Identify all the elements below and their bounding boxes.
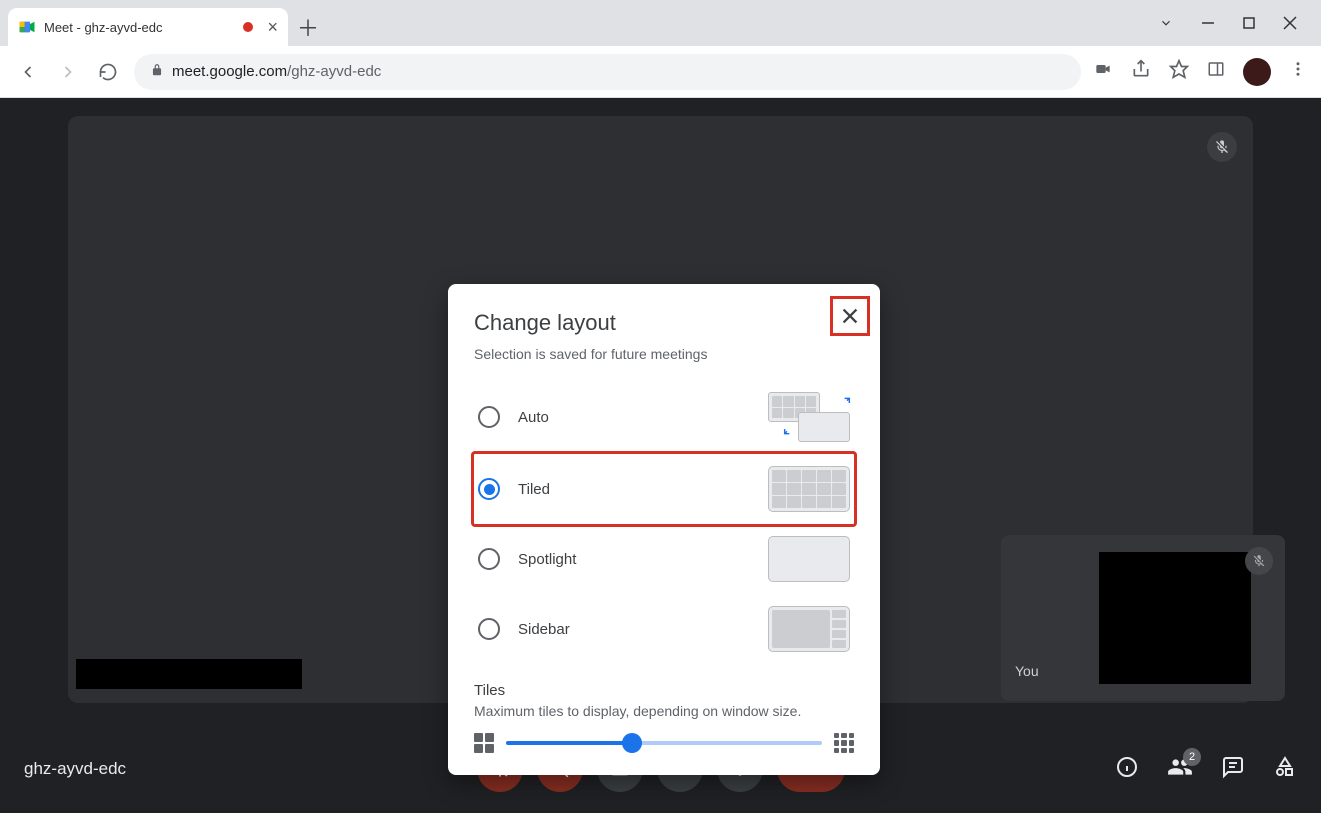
more-tiles-icon <box>834 733 854 753</box>
reload-button[interactable] <box>94 58 122 86</box>
dialog-subtitle: Selection is saved for future meetings <box>474 346 854 362</box>
option-label: Auto <box>518 409 750 426</box>
option-label: Sidebar <box>518 621 750 638</box>
minimize-button[interactable] <box>1201 16 1215 30</box>
menu-dots-icon[interactable] <box>1289 60 1307 83</box>
tab-title: Meet - ghz-ayvd-edc <box>44 20 235 35</box>
self-video-tile[interactable]: You <box>1001 535 1285 701</box>
layout-option-sidebar[interactable]: Sidebar <box>474 594 854 664</box>
right-controls: 2 <box>1115 754 1297 785</box>
participants-count-badge: 2 <box>1183 748 1201 766</box>
bookmark-icon[interactable] <box>1169 59 1189 84</box>
meet-content: You ghz-ayvd-edc CC 2 Change layout Sele… <box>0 98 1321 813</box>
browser-chrome: Meet - ghz-ayvd-edc × ＋ meet.google.com/… <box>0 0 1321 98</box>
layout-option-spotlight[interactable]: Spotlight <box>474 524 854 594</box>
chevron-down-icon[interactable] <box>1159 16 1173 30</box>
address-bar[interactable]: meet.google.com/ghz-ayvd-edc <box>134 54 1081 90</box>
tiled-thumb-icon <box>768 466 850 512</box>
self-muted-icon <box>1245 547 1273 575</box>
spotlight-thumb-icon <box>768 536 850 582</box>
sidebar-thumb-icon <box>768 606 850 652</box>
radio-tiled[interactable] <box>478 478 500 500</box>
radio-sidebar[interactable] <box>478 618 500 640</box>
redacted-name <box>76 659 302 689</box>
new-tab-button[interactable]: ＋ <box>288 8 328 46</box>
window-controls <box>1135 0 1321 46</box>
layout-option-auto[interactable]: Auto <box>474 380 854 454</box>
tiles-section-subtitle: Maximum tiles to display, depending on w… <box>474 703 854 719</box>
maximize-button[interactable] <box>1243 17 1255 29</box>
fewer-tiles-icon <box>474 733 494 753</box>
recording-indicator-icon <box>243 22 253 32</box>
layout-option-tiled[interactable]: Tiled <box>471 451 857 527</box>
url-host: meet.google.com/ghz-ayvd-edc <box>172 63 381 80</box>
self-thumbnail-black <box>1099 552 1251 684</box>
meet-favicon-icon <box>18 18 36 36</box>
camera-icon[interactable] <box>1093 61 1113 82</box>
address-bar-row: meet.google.com/ghz-ayvd-edc <box>0 46 1321 98</box>
dialog-title: Change layout <box>474 310 854 336</box>
forward-button[interactable] <box>54 58 82 86</box>
back-button[interactable] <box>14 58 42 86</box>
address-bar-right <box>1093 58 1307 86</box>
self-label: You <box>1015 663 1039 679</box>
participant-muted-icon <box>1207 132 1237 162</box>
auto-thumb-icon <box>768 392 850 442</box>
slider-knob[interactable] <box>622 733 642 753</box>
dialog-close-button[interactable] <box>830 296 870 336</box>
meeting-details-button[interactable] <box>1115 755 1139 784</box>
window-close-button[interactable] <box>1283 16 1297 30</box>
option-label: Tiled <box>518 481 750 498</box>
tiles-slider-row <box>474 733 854 753</box>
tiles-section-title: Tiles <box>474 682 854 699</box>
tab-strip: Meet - ghz-ayvd-edc × ＋ <box>0 0 1321 46</box>
activities-button[interactable] <box>1273 755 1297 784</box>
lock-icon <box>150 63 164 81</box>
side-panel-icon[interactable] <box>1207 60 1225 83</box>
change-layout-dialog: Change layout Selection is saved for fut… <box>448 284 880 775</box>
option-label: Spotlight <box>518 551 750 568</box>
chat-button[interactable] <box>1221 755 1245 784</box>
tiles-slider[interactable] <box>506 741 822 745</box>
meeting-code: ghz-ayvd-edc <box>24 759 126 779</box>
participants-button[interactable]: 2 <box>1167 754 1193 785</box>
browser-tab[interactable]: Meet - ghz-ayvd-edc × <box>8 8 288 46</box>
share-icon[interactable] <box>1131 59 1151 84</box>
tab-close-icon[interactable]: × <box>267 17 278 38</box>
radio-spotlight[interactable] <box>478 548 500 570</box>
profile-avatar[interactable] <box>1243 58 1271 86</box>
radio-auto[interactable] <box>478 406 500 428</box>
